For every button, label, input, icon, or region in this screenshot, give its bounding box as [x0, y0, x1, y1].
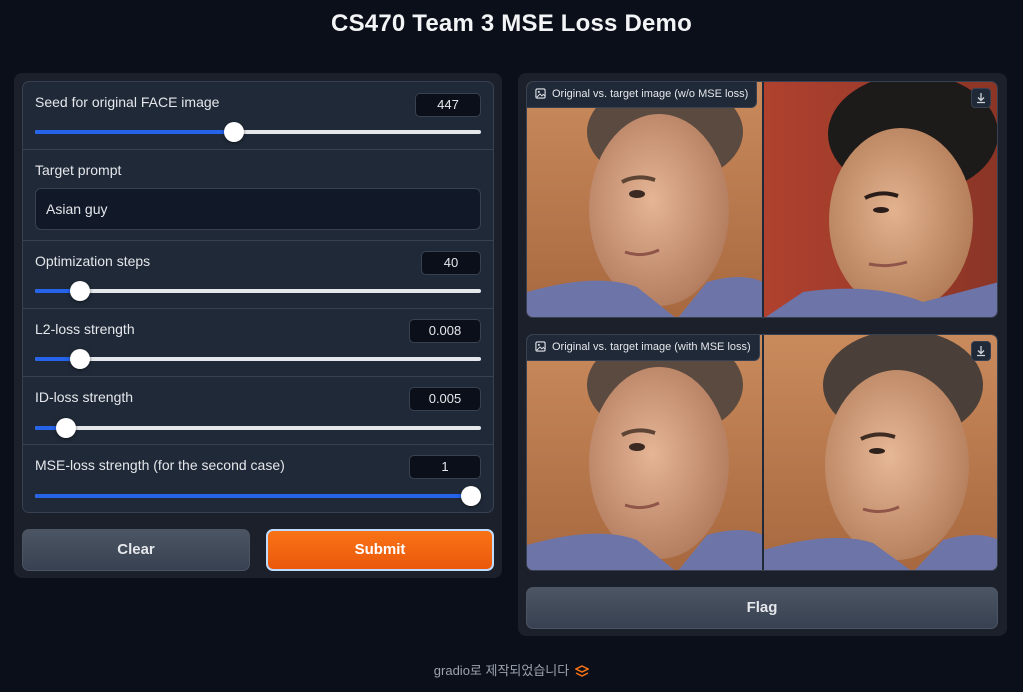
clear-button[interactable]: Clear — [22, 529, 250, 571]
steps-label: Optimization steps — [35, 253, 151, 269]
l2-block: L2-loss strength 0.008 — [23, 309, 493, 377]
mse-slider-fill — [35, 494, 481, 498]
image-icon — [535, 341, 546, 352]
steps-block: Optimization steps 40 — [23, 241, 493, 309]
l2-number-input[interactable]: 0.008 — [409, 319, 481, 343]
input-form: Seed for original FACE image 447 Target … — [22, 81, 494, 513]
original-face-image — [527, 335, 763, 570]
seed-block: Seed for original FACE image 447 — [23, 82, 493, 150]
gradio-logo-icon — [574, 665, 590, 680]
steps-number-input[interactable]: 40 — [421, 251, 481, 275]
prompt-block: Target prompt Asian guy — [23, 150, 493, 241]
submit-button[interactable]: Submit — [266, 529, 494, 571]
l2-label: L2-loss strength — [35, 321, 135, 337]
target-face-image — [763, 335, 997, 570]
id-number-input[interactable]: 0.005 — [409, 387, 481, 411]
prompt-input[interactable]: Asian guy — [35, 188, 481, 230]
seed-slider-fill — [35, 130, 235, 134]
l2-slider-thumb[interactable] — [69, 349, 90, 369]
output-image-with-mse: Original vs. target image (with MSE loss… — [526, 334, 998, 571]
mse-number-input[interactable]: 1 — [409, 455, 481, 479]
seed-slider[interactable] — [35, 122, 481, 142]
id-label: ID-loss strength — [35, 389, 134, 405]
original-face-image — [527, 82, 763, 317]
output-label-with-mse: Original vs. target image (with MSE loss… — [527, 335, 760, 361]
mse-block: MSE-loss strength (for the second case) … — [23, 445, 493, 512]
steps-slider-thumb[interactable] — [69, 281, 90, 301]
image-divider — [762, 335, 764, 570]
input-panel: Seed for original FACE image 447 Target … — [14, 73, 502, 578]
output-label-text: Original vs. target image (with MSE loss… — [552, 341, 751, 353]
seed-label: Seed for original FACE image — [35, 94, 220, 110]
download-icon — [977, 346, 985, 357]
l2-slider[interactable] — [35, 349, 481, 369]
id-slider-thumb[interactable] — [56, 418, 77, 438]
id-slider[interactable] — [35, 418, 481, 438]
image-icon — [535, 88, 546, 99]
flag-button[interactable]: Flag — [526, 587, 998, 629]
prompt-label: Target prompt — [35, 162, 122, 178]
image-divider — [762, 82, 764, 317]
mse-label: MSE-loss strength (for the second case) — [35, 457, 285, 473]
steps-slider[interactable] — [35, 281, 481, 301]
page-title: CS470 Team 3 MSE Loss Demo — [331, 10, 692, 37]
id-block: ID-loss strength 0.005 — [23, 377, 493, 445]
download-icon — [977, 93, 985, 104]
seed-number-input[interactable]: 447 — [415, 93, 481, 117]
footer: gradio로 제작되었습니다 — [0, 660, 1023, 680]
output-panel: Original vs. target image (w/o MSE loss) — [518, 73, 1007, 636]
mse-slider-thumb[interactable] — [461, 486, 481, 506]
target-face-image — [763, 82, 997, 317]
download-button[interactable] — [971, 88, 991, 108]
output-label-without-mse: Original vs. target image (w/o MSE loss) — [527, 82, 758, 108]
download-button[interactable] — [971, 341, 991, 361]
output-label-text: Original vs. target image (w/o MSE loss) — [552, 88, 749, 100]
output-image-without-mse: Original vs. target image (w/o MSE loss) — [526, 81, 998, 318]
mse-slider[interactable] — [35, 486, 481, 506]
footer-text: gradio로 제작되었습니다 — [433, 663, 570, 678]
seed-slider-thumb[interactable] — [224, 122, 245, 142]
